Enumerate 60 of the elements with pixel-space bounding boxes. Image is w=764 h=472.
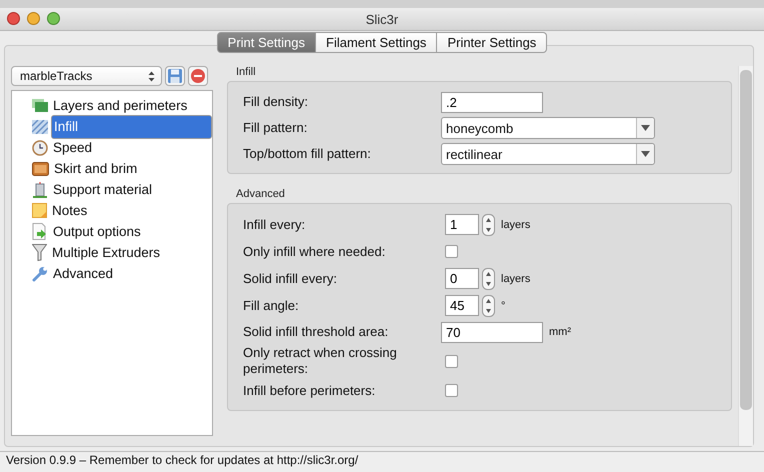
sidebar-item[interactable]: Advanced	[51, 265, 116, 282]
tab[interactable]: Filament Settings	[316, 32, 438, 53]
dropdown[interactable]: rectilinear	[441, 143, 655, 165]
building-icon	[32, 182, 48, 198]
up-down-arrows-icon	[148, 70, 155, 82]
unit-label: layers	[501, 272, 530, 284]
unit-label: layers	[501, 218, 530, 230]
unit-label: °	[501, 300, 506, 312]
zoom-button[interactable]	[47, 12, 60, 25]
sidebar-item[interactable]: Skirt and brim	[52, 160, 140, 177]
field-label: Top/bottom fill pattern:	[243, 146, 372, 162]
tab[interactable]: Print Settings	[216, 32, 316, 53]
group-title: Infill	[236, 66, 257, 78]
sidebar-item[interactable]: Output options	[51, 223, 143, 240]
close-button[interactable]	[7, 12, 20, 25]
window-title: Slic3r	[366, 12, 398, 26]
stepper-control[interactable]	[482, 294, 495, 316]
field-label: Fill pattern:	[243, 120, 308, 136]
checkbox[interactable]	[445, 354, 458, 368]
field-label: Fill density:	[243, 94, 310, 110]
number-field[interactable]: 0	[445, 268, 479, 289]
checkbox[interactable]	[445, 245, 458, 258]
caret-icon	[641, 125, 650, 131]
stepper-control[interactable]	[482, 214, 495, 236]
field-label: Only infill where needed:	[243, 244, 386, 260]
field-label: Solid infill threshold area:	[243, 324, 390, 340]
dropdown[interactable]: honeycomb	[441, 117, 655, 139]
wrench-icon	[32, 266, 48, 282]
number-field[interactable]: 45	[445, 295, 479, 316]
hatch-icon	[32, 120, 48, 134]
scrollbar[interactable]	[738, 66, 753, 446]
field-label: Infill before perimeters:	[243, 382, 376, 398]
save-button[interactable]	[165, 66, 185, 86]
text-field[interactable]: .2	[441, 92, 543, 112]
field-label: Solid infill every:	[243, 270, 338, 286]
sidebar-item[interactable]: Multiple Extruders	[50, 244, 162, 261]
checkbox[interactable]	[445, 384, 458, 397]
clock-icon	[32, 140, 48, 156]
funnel-icon	[32, 244, 47, 261]
unit-label: mm²	[549, 326, 571, 338]
tray-icon	[32, 162, 49, 176]
number-field[interactable]: 1	[445, 214, 479, 235]
note-icon	[32, 203, 47, 218]
sidebar-item[interactable]: Speed	[51, 139, 94, 156]
sidebar-item[interactable]: Infill	[51, 114, 212, 138]
field-label: Only retract when crossing perimeters:	[243, 345, 398, 377]
field-label: Fill angle:	[243, 298, 300, 314]
field-label: Infill every:	[243, 216, 306, 232]
preset-dropdown[interactable]: marbleTracks	[11, 66, 162, 86]
minimize-button[interactable]	[27, 12, 40, 25]
tab[interactable]: Printer Settings	[437, 32, 548, 53]
text-field[interactable]: 70	[441, 322, 543, 342]
caret-icon	[641, 151, 650, 157]
sidebar-item[interactable]: Layers and perimeters	[51, 97, 190, 114]
layers-icon	[32, 98, 48, 112]
sidebar-item[interactable]: Support material	[51, 181, 154, 198]
sidebar-item[interactable]: Notes	[50, 202, 90, 219]
group-title: Advanced	[236, 188, 286, 200]
delete-button[interactable]	[188, 66, 208, 86]
stepper-control[interactable]	[482, 268, 495, 290]
